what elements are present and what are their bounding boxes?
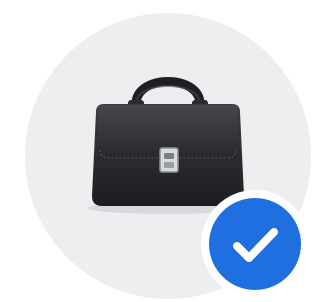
verified-badge <box>201 190 309 298</box>
checkmark-icon <box>233 228 278 262</box>
work-profile-avatar <box>0 0 311 302</box>
